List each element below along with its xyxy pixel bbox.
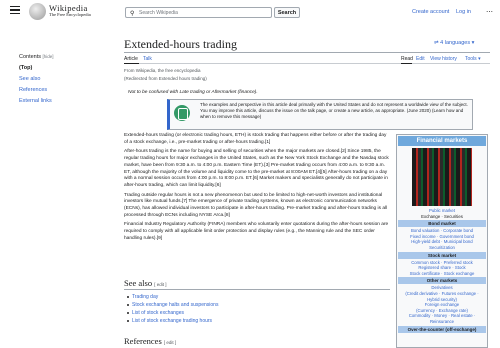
- search-input[interactable]: ⚲ Search Wikipedia: [125, 7, 272, 18]
- otc-heading[interactable]: Over-the-counter (off-exchange): [398, 325, 486, 333]
- language-selector[interactable]: ⇌ 4 languages ▾: [434, 40, 474, 46]
- toc-item-external-links[interactable]: External links: [19, 98, 54, 104]
- title-divider: [124, 52, 490, 53]
- toc-item-see-also[interactable]: See also: [19, 76, 54, 82]
- logo-title: Wikipedia: [49, 3, 88, 13]
- notice-text: The examples and perspective in this art…: [200, 102, 468, 119]
- infobox-title: Financial markets: [398, 136, 486, 146]
- references-heading: References [ edit ]: [124, 336, 176, 346]
- see-also-list: Trading day Stock exchange halts and sus…: [126, 293, 218, 325]
- toc-hide-button[interactable]: [hide]: [43, 54, 54, 59]
- contents-label: Contents: [19, 54, 42, 60]
- tab-edit[interactable]: Edit: [416, 56, 425, 62]
- infobox-financial-markets: Financial markets Public market Exchange…: [396, 134, 488, 348]
- create-account-link[interactable]: Create account: [412, 9, 449, 15]
- trading-floor-image[interactable]: [412, 148, 472, 206]
- globe-notice-icon: [174, 105, 190, 121]
- tab-read[interactable]: Read: [401, 56, 413, 62]
- toc-header: Contents [hide]: [19, 54, 54, 60]
- infobox-caption-2: Exchange · Securities: [421, 213, 463, 219]
- see-also-title: See also: [124, 278, 153, 288]
- main-menu-icon[interactable]: [10, 6, 20, 15]
- bond-line[interactable]: Securitization: [397, 245, 487, 251]
- references-edit-link[interactable]: [ edit ]: [164, 340, 176, 345]
- article-body: Extended-hours trading (or electronic tr…: [124, 133, 390, 246]
- paragraph-4: Financial Industry Regulatory Authority …: [124, 222, 389, 241]
- tools-menu[interactable]: Tools ▾: [465, 56, 481, 62]
- globalize-notice: The examples and perspective in this art…: [167, 99, 473, 130]
- see-also-heading: See also [ edit ]: [124, 278, 166, 288]
- tools-label: Tools: [465, 56, 477, 62]
- wikipedia-globe-logo[interactable]: [29, 3, 46, 20]
- other-markets-heading: Other markets: [398, 277, 486, 285]
- toc-item-top[interactable]: (Top): [19, 65, 54, 71]
- see-also-item[interactable]: List of stock exchange trading hours: [126, 317, 218, 325]
- references-title: References: [124, 336, 162, 346]
- language-icon: ⇌: [434, 40, 439, 46]
- search-button[interactable]: Search: [274, 7, 300, 18]
- tab-divider: [124, 63, 490, 64]
- tab-article-underline: [124, 63, 139, 64]
- log-in-link[interactable]: Log in: [456, 9, 471, 15]
- bond-market-heading[interactable]: Bond market: [398, 220, 486, 228]
- see-also-edit-link[interactable]: [ edit ]: [154, 282, 166, 287]
- paragraph-3: Trading outside regular hours is not a n…: [124, 192, 388, 218]
- paragraph-2: After-hours trading is the name for buyi…: [124, 149, 389, 188]
- other-line[interactable]: (Credit derivative · Futures exchange ·: [397, 291, 487, 297]
- search-placeholder: Search Wikipedia: [139, 10, 178, 16]
- tab-article[interactable]: Article: [124, 56, 138, 62]
- toc-item-references[interactable]: References: [19, 87, 54, 93]
- stock-market-heading[interactable]: Stock market: [398, 251, 486, 259]
- table-of-contents: Contents [hide] (Top) See also Reference…: [19, 54, 54, 109]
- wikipedia-wordmark[interactable]: Wikipedia The Free Encyclopedia: [49, 4, 91, 18]
- paragraph-1: Extended-hours trading (or electronic tr…: [124, 133, 387, 145]
- see-also-divider: [124, 289, 390, 290]
- see-also-item[interactable]: List of stock exchanges: [126, 309, 218, 317]
- other-line[interactable]: Reinsurance: [397, 319, 487, 325]
- top-bar: Wikipedia The Free Encyclopedia ⚲ Search…: [0, 0, 500, 24]
- more-options-icon[interactable]: ⋯: [486, 8, 493, 16]
- languages-label: 4 languages: [440, 40, 471, 46]
- tab-talk[interactable]: Talk: [143, 56, 152, 62]
- see-also-item[interactable]: Stock exchange halts and suspensions: [126, 301, 218, 309]
- stock-line[interactable]: Stock certificate · Stock exchange: [397, 271, 487, 277]
- search-icon: ⚲: [130, 10, 135, 17]
- from-wikipedia-tagline: From Wikipedia, the free encyclopedia: [124, 68, 201, 73]
- page-title: Extended-hours trading: [124, 37, 237, 51]
- hatnote: Not to be confused with Late trading or …: [128, 90, 258, 95]
- redirect-note: (Redirected from Extended hours trading): [124, 76, 207, 81]
- tab-view-history[interactable]: View history: [430, 56, 457, 62]
- see-also-item[interactable]: Trading day: [126, 293, 218, 301]
- tab-read-underline: [401, 63, 412, 64]
- logo-subtitle: The Free Encyclopedia: [49, 12, 91, 17]
